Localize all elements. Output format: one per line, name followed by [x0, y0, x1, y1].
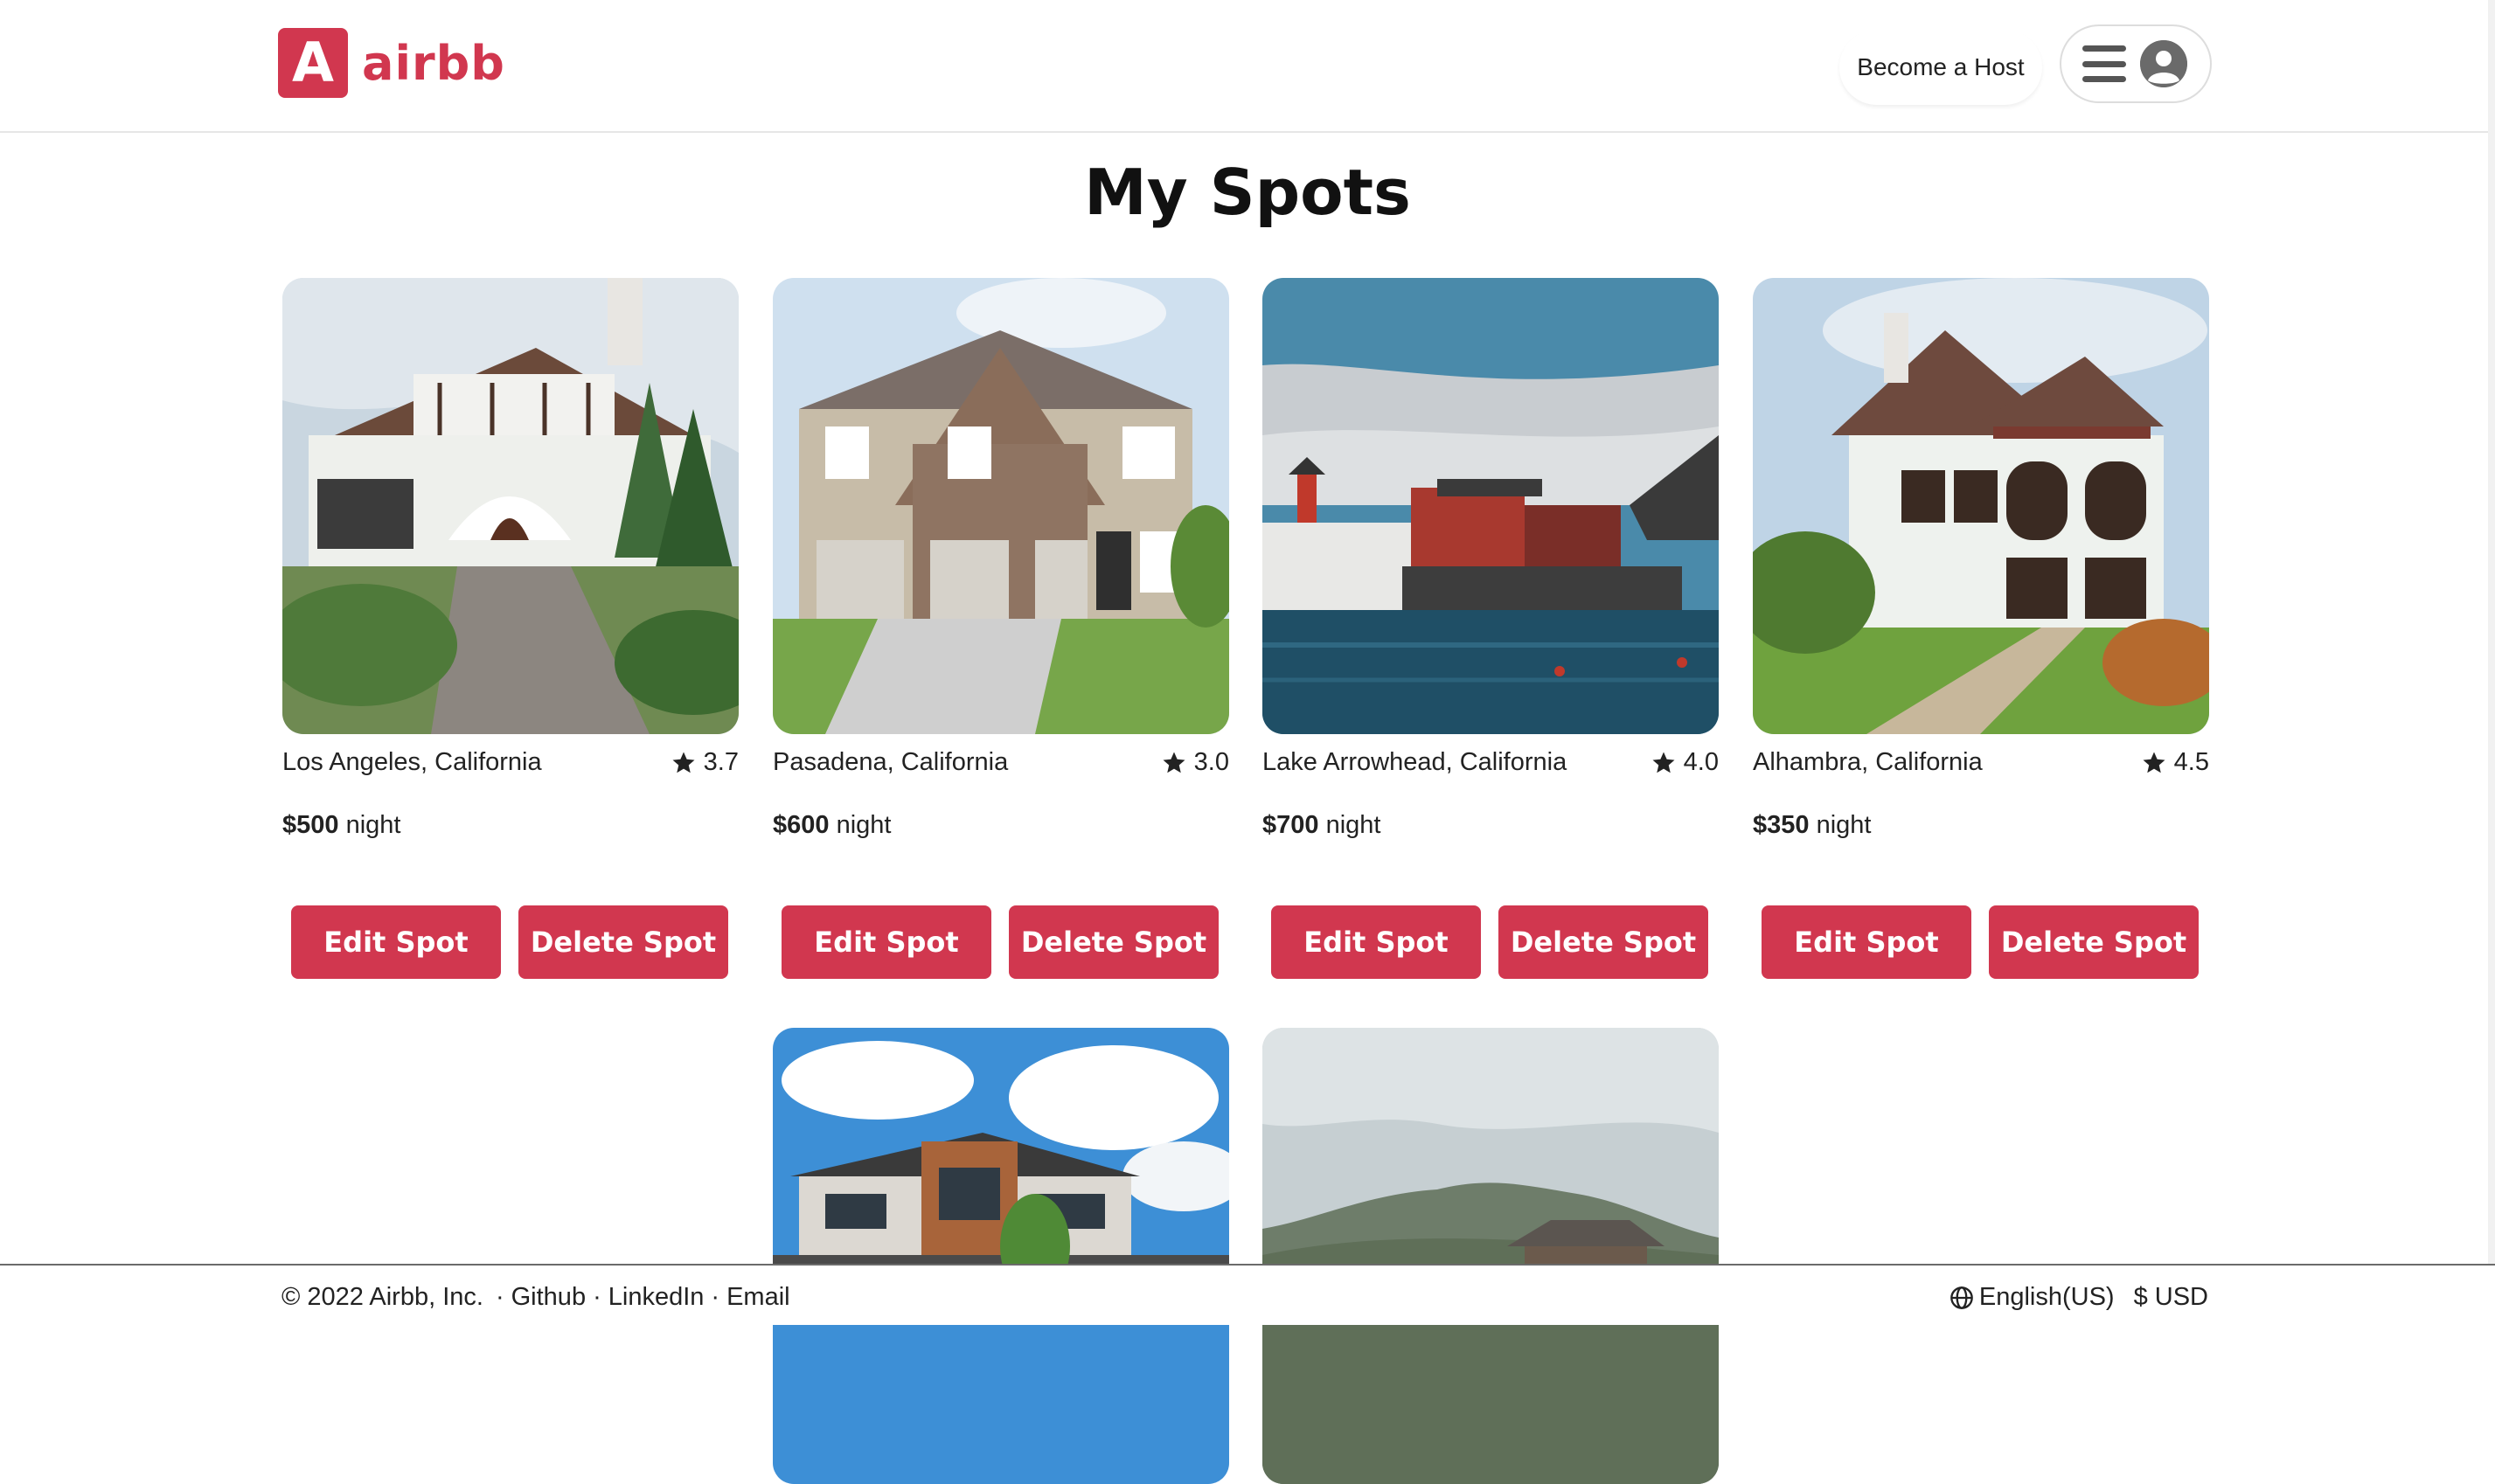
spot-image[interactable] [773, 1028, 1229, 1484]
price-amount: $350 [1753, 811, 1810, 839]
edit-spot-button[interactable]: Edit Spot [1762, 905, 1971, 979]
star-icon [672, 752, 695, 773]
spot-card[interactable] [773, 1028, 1229, 1484]
spot-location: Alhambra, California [1753, 748, 1983, 776]
spot-location: Pasadena, California [773, 748, 1009, 776]
price-amount: $700 [1262, 811, 1319, 839]
letter-a-logo-icon: A [278, 28, 348, 98]
copyright-text: © 2022 Airbb, Inc. [281, 1283, 483, 1311]
user-menu-button[interactable] [2060, 24, 2212, 103]
price-amount: $600 [773, 811, 830, 839]
top-nav-bar: A airbb Become a Host [0, 0, 2495, 133]
spot-image[interactable] [773, 278, 1229, 734]
spot-price: $600 night [773, 811, 891, 840]
star-icon [1652, 752, 1675, 773]
spot-price: $700 night [1262, 811, 1380, 840]
spot-card[interactable] [1262, 1028, 1719, 1484]
logo-text: airbb [362, 35, 505, 91]
star-icon [2143, 752, 2165, 773]
separator: · [495, 1283, 504, 1311]
github-link[interactable]: Github [511, 1283, 586, 1312]
spot-image[interactable] [1753, 278, 2209, 734]
price-unit: night [345, 811, 401, 839]
delete-spot-button[interactable]: Delete Spot [1498, 905, 1708, 979]
separator: · [593, 1283, 601, 1311]
rating-value: 3.0 [1193, 748, 1229, 776]
become-a-host-link[interactable]: Become a Host [1839, 30, 2042, 105]
home-logo-link[interactable]: A airbb [278, 28, 505, 98]
spot-location: Lake Arrowhead, California [1262, 748, 1567, 776]
price-amount: $500 [282, 811, 339, 839]
spot-image[interactable] [282, 278, 739, 734]
rating-value: 4.5 [2173, 748, 2209, 776]
email-link[interactable]: Email [726, 1283, 790, 1312]
star-icon [1163, 752, 1185, 773]
spot-card[interactable]: Los Angeles, California 3.7 $500 night E… [282, 278, 739, 979]
globe-icon[interactable] [1949, 1286, 1974, 1310]
spot-image[interactable] [1262, 1028, 1719, 1484]
rating-value: 4.0 [1683, 748, 1719, 776]
edit-spot-button[interactable]: Edit Spot [782, 905, 991, 979]
spot-rating: 3.7 [671, 748, 739, 777]
spot-card[interactable]: Pasadena, California 3.0 $600 night Edit… [773, 278, 1229, 979]
price-unit: night [836, 811, 892, 839]
delete-spot-button[interactable]: Delete Spot [1009, 905, 1219, 979]
edit-spot-button[interactable]: Edit Spot [1271, 905, 1481, 979]
spot-image[interactable] [1262, 278, 1719, 734]
spot-rating: 3.0 [1161, 748, 1229, 777]
language-selector[interactable]: English(US) [1979, 1283, 2115, 1312]
page-title: My Spots [1084, 156, 1411, 229]
price-unit: night [1325, 811, 1381, 839]
separator: · [711, 1283, 720, 1311]
currency-selector[interactable]: $ USD [2134, 1283, 2208, 1312]
hamburger-menu-icon [2082, 45, 2126, 82]
spot-card[interactable]: Alhambra, California 4.5 $350 night Edit… [1753, 278, 2209, 979]
rating-value: 3.7 [703, 748, 739, 776]
vertical-scrollbar[interactable] [2488, 0, 2495, 1325]
spot-card[interactable]: Lake Arrowhead, California 4.0 $700 nigh… [1262, 278, 1719, 979]
spot-location: Los Angeles, California [282, 748, 542, 776]
edit-spot-button[interactable]: Edit Spot [291, 905, 501, 979]
price-unit: night [1816, 811, 1872, 839]
spot-price: $350 night [1753, 811, 1871, 840]
spot-rating: 4.0 [1651, 748, 1719, 777]
spot-price: $500 night [282, 811, 400, 840]
user-avatar-icon [2140, 40, 2187, 87]
delete-spot-button[interactable]: Delete Spot [1989, 905, 2199, 979]
linkedin-link[interactable]: LinkedIn [608, 1283, 705, 1312]
footer: © 2022 Airbb, Inc. · Github · LinkedIn ·… [0, 1264, 2495, 1325]
delete-spot-button[interactable]: Delete Spot [518, 905, 728, 979]
spot-rating: 4.5 [2141, 748, 2209, 777]
